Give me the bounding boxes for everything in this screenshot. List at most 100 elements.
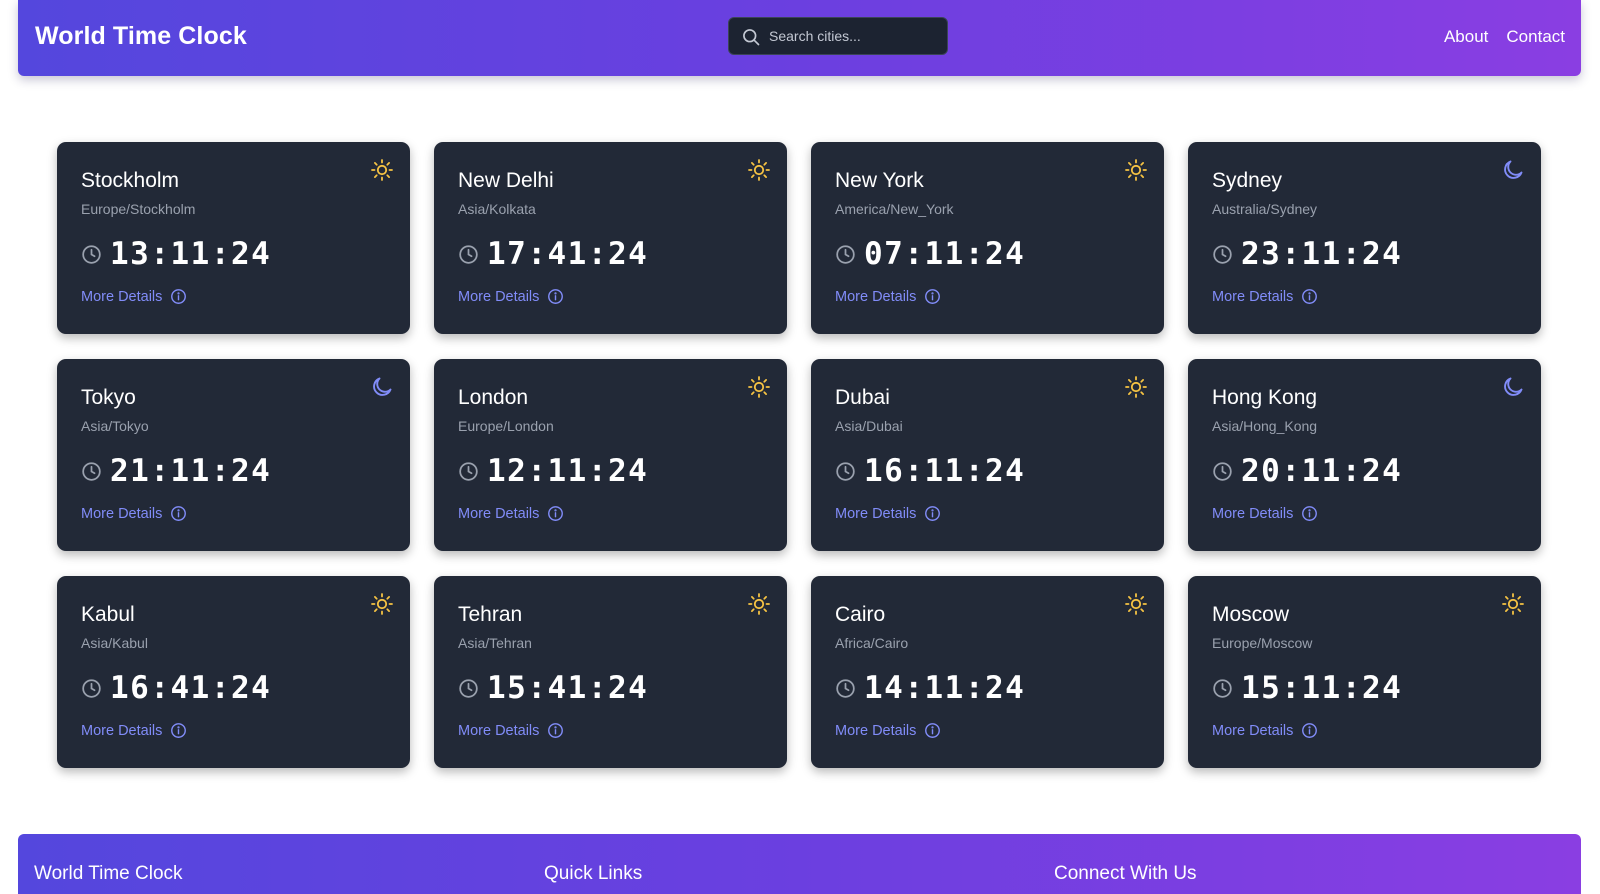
nav-link-about[interactable]: About [1444,27,1488,47]
time-display: 15:41:24 [487,670,649,706]
time-display: 20:11:24 [1241,453,1403,489]
more-details-link[interactable]: More Details [1212,506,1293,522]
timezone-label: America/New_York [835,201,954,217]
city-card[interactable]: Tokyo Asia/Tokyo 21:11:24 More Details [57,359,410,551]
info-icon[interactable] [1301,722,1318,739]
sun-icon [371,159,393,181]
time-row: 14:11:24 [835,670,1025,706]
city-name: New York [835,169,924,192]
footer-heading-quick-links: Quick Links [544,863,643,884]
sun-icon [1125,159,1147,181]
city-card[interactable]: Tehran Asia/Tehran 15:41:24 More Details [434,576,787,768]
city-card[interactable]: Kabul Asia/Kabul 16:41:24 More Details [57,576,410,768]
city-card[interactable]: Cairo Africa/Cairo 14:11:24 More Details [811,576,1164,768]
info-icon[interactable] [170,722,187,739]
timezone-label: Europe/Moscow [1212,635,1313,651]
clock-icon [836,678,855,698]
city-card[interactable]: Dubai Asia/Dubai 16:11:24 More Details [811,359,1164,551]
city-name: Moscow [1212,603,1290,626]
details-row: More Details [835,288,941,305]
info-icon[interactable] [547,505,564,522]
timezone-label: Asia/Hong_Kong [1212,418,1318,434]
info-icon[interactable] [924,288,941,305]
clock-icon [459,461,478,481]
info-icon[interactable] [170,288,187,305]
details-row: More Details [81,288,187,305]
info-icon[interactable] [170,505,187,522]
search-input[interactable] [769,18,941,54]
time-row: 15:11:24 [1212,670,1402,706]
city-name: Cairo [835,603,886,626]
clock-icon [82,244,101,264]
details-row: More Details [1212,288,1318,305]
time-display: 12:11:24 [487,453,649,489]
sun-icon [1502,593,1524,615]
search-icon [743,29,760,46]
more-details-link[interactable]: More Details [1212,723,1293,739]
details-row: More Details [1212,722,1318,739]
details-row: More Details [835,722,941,739]
city-card[interactable]: New Delhi Asia/Kolkata 17:41:24 More Detail… [434,142,787,334]
more-details-link[interactable]: More Details [458,506,539,522]
info-icon[interactable] [924,722,941,739]
sun-icon [748,159,770,181]
city-name: Tokyo [81,386,136,409]
city-name: Tehran [458,603,523,626]
timezone-label: Asia/Tokyo [81,418,149,434]
more-details-link[interactable]: More Details [835,289,916,305]
time-display: 15:11:24 [1241,670,1403,706]
time-row: 17:41:24 [458,236,648,272]
info-icon[interactable] [924,505,941,522]
details-row: More Details [81,722,187,739]
more-details-link[interactable]: More Details [458,289,539,305]
details-row: More Details [835,505,941,522]
sun-icon [748,593,770,615]
nav-links: About Contact [1444,27,1565,47]
time-row: 16:41:24 [81,670,271,706]
search-box[interactable] [728,17,948,55]
timezone-label: Australia/Sydney [1212,201,1318,217]
clock-icon [1213,678,1232,698]
time-row: 16:11:24 [835,453,1025,489]
footer: World Time Clock Quick Links Connect Wit… [18,834,1581,894]
app-title[interactable]: World Time Clock [35,22,247,51]
time-row: 23:11:24 [1212,236,1402,272]
city-name: Dubai [835,386,890,409]
timezone-label: Asia/Tehran [458,635,532,651]
city-card[interactable]: Moscow Europe/Moscow 15:11:24 More Details [1188,576,1541,768]
more-details-link[interactable]: More Details [458,723,539,739]
more-details-link[interactable]: More Details [835,506,916,522]
city-name: London [458,386,529,409]
nav-link-contact[interactable]: Contact [1506,27,1565,47]
clock-icon [82,678,101,698]
city-card[interactable]: New York America/New_York 07:11:24 More Det… [811,142,1164,334]
clock-icon [1213,461,1232,481]
info-icon[interactable] [1301,505,1318,522]
clock-icon [1213,244,1232,264]
more-details-link[interactable]: More Details [81,506,162,522]
city-name: Kabul [81,603,135,626]
time-display: 14:11:24 [864,670,1026,706]
more-details-link[interactable]: More Details [81,723,162,739]
time-display: 17:41:24 [487,236,649,272]
details-row: More Details [1212,505,1318,522]
more-details-link[interactable]: More Details [81,289,162,305]
city-name: Hong Kong [1212,386,1318,409]
timezone-label: Africa/Cairo [835,635,909,651]
timezone-label: Asia/Kolkata [458,201,536,217]
time-row: 12:11:24 [458,453,648,489]
city-card[interactable]: Hong Kong Asia/Hong_Kong 20:11:24 More Deta… [1188,359,1541,551]
timezone-label: Asia/Kabul [81,635,148,651]
city-card[interactable]: London Europe/London 12:11:24 More Details [434,359,787,551]
sun-icon [1125,593,1147,615]
time-row: 15:41:24 [458,670,648,706]
time-row: 07:11:24 [835,236,1025,272]
more-details-link[interactable]: More Details [835,723,916,739]
more-details-link[interactable]: More Details [1212,289,1293,305]
info-icon[interactable] [547,288,564,305]
info-icon[interactable] [547,722,564,739]
city-card[interactable]: Sydney Australia/Sydney 23:11:24 More Detai… [1188,142,1541,334]
info-icon[interactable] [1301,288,1318,305]
city-card[interactable]: Stockholm Europe/Stockholm 13:11:24 More De… [57,142,410,334]
city-name: New Delhi [458,169,554,192]
